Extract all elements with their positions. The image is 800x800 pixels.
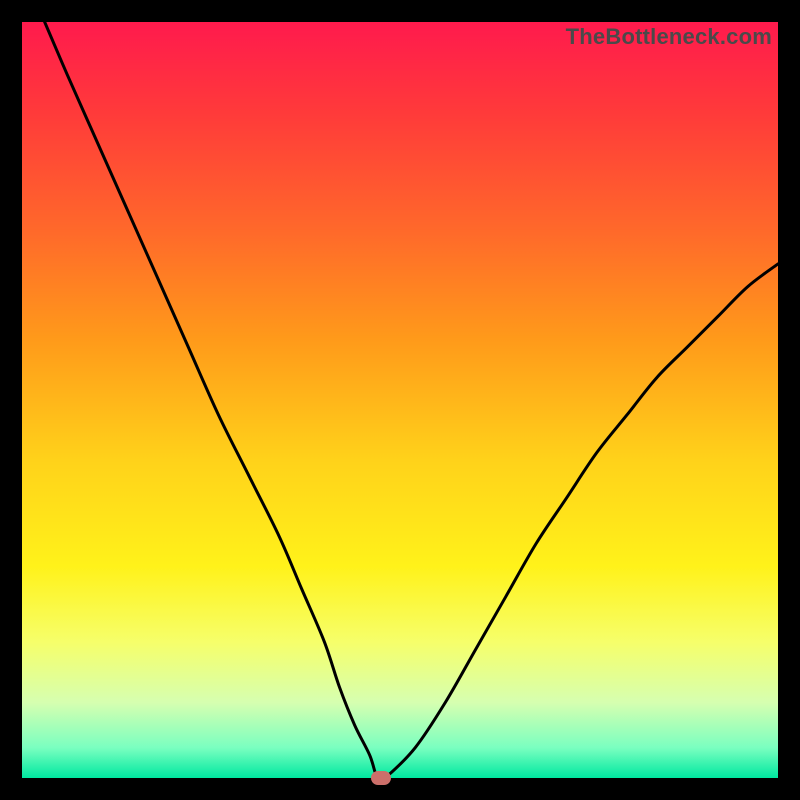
bottleneck-curve xyxy=(22,22,778,778)
plot-area: TheBottleneck.com xyxy=(22,22,778,778)
minimum-marker xyxy=(371,771,391,785)
chart-frame: TheBottleneck.com xyxy=(0,0,800,800)
